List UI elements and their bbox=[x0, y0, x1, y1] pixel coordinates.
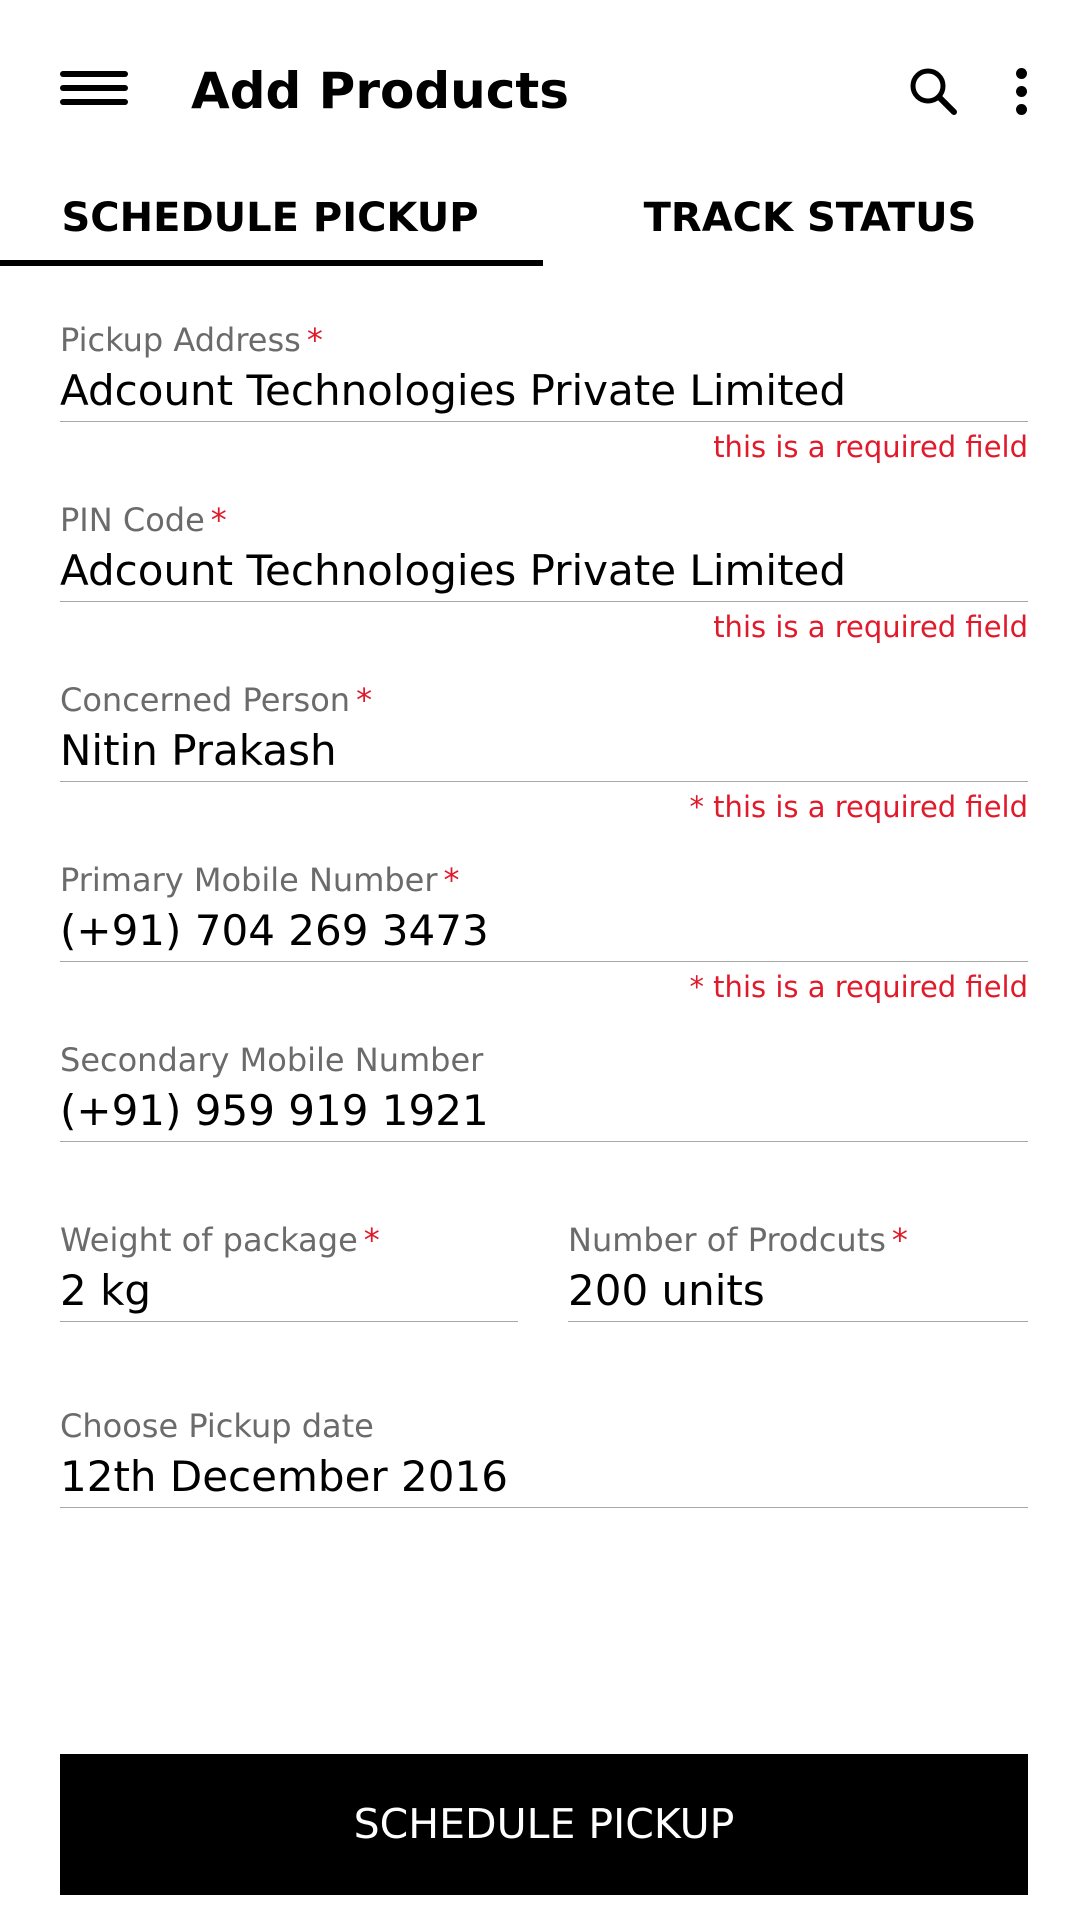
pickup-address-label: Pickup Address * bbox=[60, 319, 323, 361]
pickup-date-label: Choose Pickup date bbox=[60, 1407, 374, 1445]
pin-code-input[interactable]: Adcount Technologies Private Limited bbox=[60, 541, 1028, 602]
more-dot bbox=[1016, 68, 1027, 79]
tab-schedule-pickup[interactable]: SCHEDULE PICKUP bbox=[0, 180, 540, 270]
required-star: * bbox=[363, 1221, 380, 1259]
app-bar: Add Products bbox=[0, 0, 1080, 180]
num-products-label-text: Number of Prodcuts bbox=[568, 1221, 886, 1259]
menu-bar bbox=[60, 71, 128, 77]
pickup-address-label-text: Pickup Address bbox=[60, 321, 301, 359]
secondary-mobile-input[interactable]: (+91) 959 919 1921 bbox=[60, 1081, 1028, 1142]
tab-active-indicator bbox=[0, 260, 543, 266]
weight-input[interactable]: 2 kg bbox=[60, 1261, 518, 1322]
required-star: * bbox=[306, 321, 323, 359]
num-products-label: Number of Prodcuts * bbox=[568, 1219, 908, 1261]
required-star: * bbox=[356, 681, 373, 719]
pin-code-label: PIN Code * bbox=[60, 499, 227, 541]
pin-code-error: this is a required field bbox=[713, 610, 1028, 644]
concerned-person-input[interactable]: Nitin Prakash bbox=[60, 721, 1028, 782]
more-dot bbox=[1016, 86, 1027, 97]
hamburger-menu-icon[interactable] bbox=[56, 64, 132, 116]
page-title: Add Products bbox=[191, 62, 570, 120]
primary-mobile-label: Primary Mobile Number * bbox=[60, 859, 460, 901]
required-star: * bbox=[443, 861, 460, 899]
pickup-address-input[interactable]: Adcount Technologies Private Limited bbox=[60, 361, 1028, 422]
primary-mobile-error: * this is a required field bbox=[689, 970, 1028, 1004]
menu-bar bbox=[60, 99, 128, 105]
concerned-person-label-text: Concerned Person bbox=[60, 681, 351, 719]
required-star: * bbox=[210, 501, 227, 539]
tab-bar: SCHEDULE PICKUP TRACK STATUS bbox=[0, 180, 1080, 270]
primary-mobile-input[interactable]: (+91) 704 269 3473 bbox=[60, 901, 1028, 962]
more-dot bbox=[1016, 104, 1027, 115]
menu-bar bbox=[60, 85, 128, 91]
pickup-date-input[interactable]: 12th December 2016 bbox=[60, 1447, 1028, 1508]
more-vertical-icon[interactable] bbox=[1004, 64, 1038, 120]
secondary-mobile-label: Secondary Mobile Number bbox=[60, 1041, 484, 1079]
primary-mobile-label-text: Primary Mobile Number bbox=[60, 861, 438, 899]
weight-label: Weight of package * bbox=[60, 1219, 380, 1261]
required-star: * bbox=[891, 1221, 908, 1259]
weight-label-text: Weight of package bbox=[60, 1221, 358, 1259]
pin-code-label-text: PIN Code bbox=[60, 501, 205, 539]
pickup-address-error: this is a required field bbox=[713, 430, 1028, 464]
search-icon-glyph bbox=[910, 68, 957, 115]
search-icon[interactable] bbox=[906, 64, 962, 120]
concerned-person-label: Concerned Person * bbox=[60, 679, 372, 721]
num-products-input[interactable]: 200 units bbox=[568, 1261, 1028, 1322]
tab-track-status[interactable]: TRACK STATUS bbox=[540, 180, 1080, 270]
concerned-person-error: * this is a required field bbox=[689, 790, 1028, 824]
schedule-pickup-button[interactable]: SCHEDULE PICKUP bbox=[60, 1754, 1028, 1895]
